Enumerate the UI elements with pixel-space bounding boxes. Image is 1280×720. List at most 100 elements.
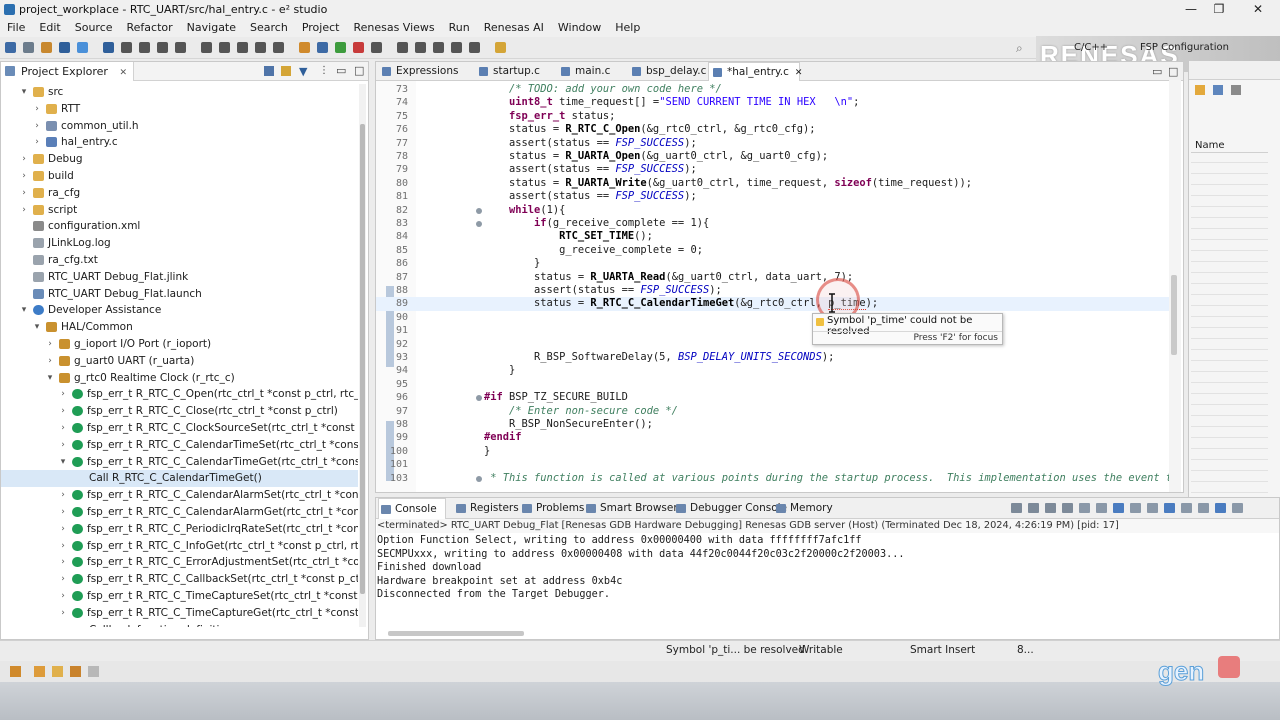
code-line[interactable]: 96 #if BSP_TZ_SECURE_BUILD xyxy=(376,391,1169,404)
tree-item[interactable]: › fsp_err_t R_RTC_C_TimeCaptureGet(rtc_ct… xyxy=(1,605,358,622)
toolbar-icon[interactable] xyxy=(237,42,248,53)
code-line[interactable]: 85 g_receive_complete = 0; xyxy=(376,244,1169,257)
code-line[interactable]: 89 status = R_RTC_C_CalendarTimeGet(&g_r… xyxy=(376,297,1169,311)
search-icon[interactable]: ⌕ xyxy=(1016,41,1023,56)
toolbar-icon[interactable] xyxy=(41,42,52,53)
collapse-all-icon[interactable] xyxy=(264,66,274,76)
outline-row[interactable] xyxy=(1191,188,1268,196)
outline-row[interactable] xyxy=(1191,210,1268,218)
toolbar-icon[interactable] xyxy=(335,42,346,53)
outline-row[interactable] xyxy=(1191,452,1268,460)
code-line[interactable]: 98 R_BSP_NonSecureEnter(); xyxy=(376,418,1169,431)
tree-item[interactable]: › ra_cfg xyxy=(1,185,358,202)
trim-icon[interactable] xyxy=(52,666,63,677)
tree-item[interactable]: RTC_UART Debug_Flat.jlink xyxy=(1,269,358,286)
chevron-right-icon[interactable]: › xyxy=(58,487,68,503)
tree-item[interactable]: › fsp_err_t R_RTC_C_CallbackSet(rtc_ctrl_… xyxy=(1,571,358,588)
code-line[interactable]: 87 status = R_UARTA_Read(&g_uart0_ctrl, … xyxy=(376,271,1169,284)
code-line[interactable]: 94 } xyxy=(376,364,1169,377)
toolbar-icon[interactable] xyxy=(157,42,168,53)
code-line[interactable]: 88 assert(status == FSP_SUCCESS); xyxy=(376,284,1169,297)
code-area[interactable]: 73 /* TODO: add your own code here */74 … xyxy=(376,83,1169,484)
toolbar-icon[interactable] xyxy=(495,42,506,53)
code-line[interactable]: 78 status = R_UARTA_Open(&g_uart0_ctrl, … xyxy=(376,150,1169,163)
chevron-right-icon[interactable]: › xyxy=(32,134,42,150)
perspective-fsp-configuration[interactable]: FSP Configuration xyxy=(1140,42,1229,53)
outline-row[interactable] xyxy=(1191,287,1268,295)
code-line[interactable]: 97 /* Enter non-secure code */ xyxy=(376,405,1169,418)
outline-row[interactable] xyxy=(1191,463,1268,471)
code-line[interactable]: 93 R_BSP_SoftwareDelay(5, BSP_DELAY_UNIT… xyxy=(376,351,1169,364)
chevron-right-icon[interactable]: › xyxy=(19,202,29,218)
console-toolbar-icon[interactable] xyxy=(1164,503,1175,513)
tree-item[interactable]: › fsp_err_t R_RTC_C_PeriodicIrqRateSet(rt… xyxy=(1,521,358,538)
chevron-down-icon[interactable]: ▾ xyxy=(19,302,29,318)
editor-scroll-thumb[interactable] xyxy=(1171,275,1177,355)
chevron-right-icon[interactable]: › xyxy=(19,151,29,167)
chevron-right-icon[interactable]: › xyxy=(58,571,68,587)
minimize-view-icon[interactable]: ▭ xyxy=(1152,65,1162,78)
editor-tab[interactable]: bsp_delay.c xyxy=(628,62,706,81)
toolbar-icon[interactable] xyxy=(451,42,462,53)
menu-item-search[interactable]: Search xyxy=(243,19,295,34)
outline-row[interactable] xyxy=(1191,353,1268,361)
editor-tab[interactable]: *hal_entry.c ✕ xyxy=(708,62,802,81)
outline-row[interactable] xyxy=(1191,243,1268,251)
chevron-right-icon[interactable]: › xyxy=(45,336,55,352)
explorer-scrollbar[interactable] xyxy=(359,84,366,627)
toolbar-icon[interactable] xyxy=(59,42,70,53)
tree-item[interactable]: ▾ src xyxy=(1,84,358,101)
editor-tab[interactable]: Expressions xyxy=(378,62,458,81)
toolbar-icon[interactable] xyxy=(139,42,150,53)
outline-row[interactable] xyxy=(1191,474,1268,482)
tree-item[interactable]: › g_uart0 UART (r_uarta) xyxy=(1,353,358,370)
outline-row[interactable] xyxy=(1191,199,1268,207)
chevron-down-icon[interactable]: ▾ xyxy=(45,370,55,386)
code-line[interactable]: 101 xyxy=(376,458,1169,471)
tab-debugger-console[interactable]: Debugger Console xyxy=(674,498,787,519)
outline-row[interactable] xyxy=(1191,386,1268,394)
fold-marker-icon[interactable] xyxy=(476,395,482,402)
console-toolbar-icon[interactable] xyxy=(1181,503,1192,513)
toolbar-icon[interactable] xyxy=(77,42,88,53)
tree-item[interactable]: configuration.xml xyxy=(1,218,358,235)
chevron-right-icon[interactable]: › xyxy=(58,605,68,621)
code-line[interactable]: 81 assert(status == FSP_SUCCESS); xyxy=(376,190,1169,203)
outline-row[interactable] xyxy=(1191,441,1268,449)
outline-row[interactable] xyxy=(1191,375,1268,383)
outline-row[interactable] xyxy=(1191,430,1268,438)
tab-problems[interactable]: Problems xyxy=(520,498,584,519)
chevron-down-icon[interactable]: ▾ xyxy=(32,319,42,335)
tree-item[interactable]: › Debug xyxy=(1,151,358,168)
tree-item[interactable]: › fsp_err_t R_RTC_C_Open(rtc_ctrl_t *cons… xyxy=(1,386,358,403)
menu-item-help[interactable]: Help xyxy=(608,19,647,34)
toolbar-icon[interactable] xyxy=(255,42,266,53)
console-toolbar-icon[interactable] xyxy=(1028,503,1039,513)
code-line[interactable]: 82 while(1){ xyxy=(376,204,1169,217)
console-toolbar-icon[interactable] xyxy=(1079,503,1090,513)
outline-icon[interactable] xyxy=(1195,85,1205,95)
scrollbar-thumb[interactable] xyxy=(360,124,365,594)
filter-icon[interactable]: ▼ xyxy=(299,65,307,78)
console-toolbar-icon[interactable] xyxy=(1011,503,1022,513)
minimize-view-icon[interactable]: ▭ xyxy=(336,64,346,77)
view-menu-icon[interactable]: ⋮ xyxy=(319,65,329,76)
outline-row[interactable] xyxy=(1191,419,1268,427)
link-editor-icon[interactable] xyxy=(281,66,291,76)
code-line[interactable]: 90 xyxy=(376,311,1169,324)
tree-item[interactable]: JLinkLog.log xyxy=(1,235,358,252)
outline-row[interactable] xyxy=(1191,364,1268,372)
tree-item[interactable]: ra_cfg.txt xyxy=(1,252,358,269)
tree-item[interactable]: ▾ Developer Assistance xyxy=(1,302,358,319)
menu-item-renesas-views[interactable]: Renesas Views xyxy=(346,19,441,34)
chevron-right-icon[interactable]: › xyxy=(19,168,29,184)
console-toolbar-icon[interactable] xyxy=(1062,503,1073,513)
chevron-right-icon[interactable]: › xyxy=(58,521,68,537)
fold-marker-icon[interactable] xyxy=(476,207,482,214)
chevron-down-icon[interactable]: ▾ xyxy=(19,84,29,100)
trim-icon[interactable] xyxy=(10,666,21,677)
code-line[interactable]: 95 xyxy=(376,378,1169,391)
chevron-right-icon[interactable]: › xyxy=(32,101,42,117)
outline-row[interactable] xyxy=(1191,309,1268,317)
toolbar-icon[interactable] xyxy=(353,42,364,53)
